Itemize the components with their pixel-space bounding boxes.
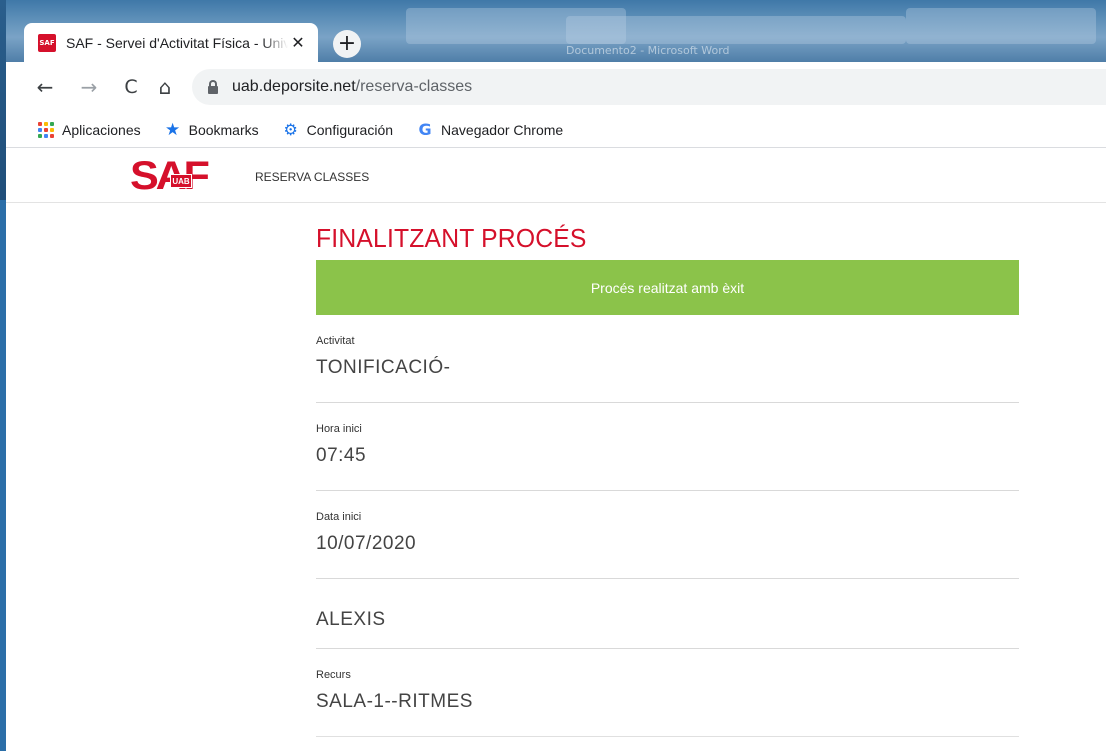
- logo-text: SAF: [130, 154, 210, 198]
- page-title: FINALITZANT PROCÉS: [316, 223, 587, 253]
- field-instructor: ALEXIS: [316, 579, 1019, 649]
- forward-arrow-icon[interactable]: →: [76, 74, 102, 100]
- address-bar[interactable]: uab.deporsite.net/reserva-classes: [192, 69, 1106, 105]
- bookmark-aplicaciones[interactable]: Aplicaciones: [38, 121, 141, 138]
- field-value: TONIFICACIÓ-: [316, 357, 451, 378]
- back-arrow-icon[interactable]: ←: [32, 74, 58, 100]
- background-window: [566, 16, 906, 44]
- saf-logo[interactable]: SAF UAB: [130, 154, 228, 198]
- bookmark-label: Navegador Chrome: [441, 121, 564, 138]
- browser-toolbar: ← → C ⌂ uab.deporsite.net/reserva-classe…: [6, 62, 1106, 112]
- main-content: FINALITZANT PROCÉS Procés realitzat amb …: [316, 203, 1019, 737]
- field-label: Activitat: [316, 335, 355, 347]
- tab-title: SAF - Servei d'Activitat Física - Univer…: [66, 34, 288, 51]
- field-data-inici: Data inici 10/07/2020: [316, 491, 1019, 579]
- background-window-label: Documento2 - Microsoft Word: [566, 44, 730, 57]
- site-header: SAF UAB RESERVA CLASSES: [6, 148, 1106, 203]
- field-label: Recurs: [316, 669, 351, 681]
- new-tab-button[interactable]: +: [333, 30, 361, 58]
- reload-icon[interactable]: C: [118, 74, 144, 100]
- bookmark-bookmarks[interactable]: ★ Bookmarks: [164, 119, 259, 140]
- url-host: uab.deporsite.net: [232, 78, 356, 95]
- close-icon[interactable]: ✕: [288, 33, 308, 53]
- field-value: 10/07/2020: [316, 533, 417, 554]
- google-icon: G: [418, 120, 432, 139]
- success-banner: Procés realitzat amb èxit: [316, 260, 1019, 315]
- field-label: Hora inici: [316, 423, 362, 435]
- field-value: 07:45: [316, 445, 367, 466]
- field-hora-inici: Hora inici 07:45: [316, 403, 1019, 491]
- lock-icon[interactable]: [206, 80, 220, 94]
- apps-grid-icon: [38, 121, 54, 138]
- bookmark-label: Aplicaciones: [62, 121, 141, 138]
- home-icon[interactable]: ⌂: [152, 74, 178, 100]
- bookmark-label: Configuración: [306, 121, 394, 138]
- bookmark-navegador-chrome[interactable]: G Navegador Chrome: [417, 120, 564, 139]
- field-value: ALEXIS: [316, 609, 386, 630]
- logo-sub-text: UAB: [170, 174, 192, 188]
- url-path: /reserva-classes: [355, 78, 473, 95]
- star-icon: ★: [164, 119, 181, 140]
- saf-favicon-icon: SAF: [38, 33, 56, 52]
- bookmark-label: Bookmarks: [188, 121, 259, 138]
- nav-reserva-classes[interactable]: RESERVA CLASSES: [255, 170, 369, 184]
- background-window: [906, 8, 1096, 44]
- bookmark-configuracion[interactable]: ⚙ Configuración: [283, 120, 394, 139]
- gear-icon: ⚙: [283, 120, 298, 139]
- bookmarks-bar: Aplicaciones ★ Bookmarks ⚙ Configuración…: [6, 112, 1106, 148]
- browser-tab-active[interactable]: SAF SAF - Servei d'Activitat Física - Un…: [24, 23, 318, 62]
- field-recurs: Recurs SALA-1--RITMES: [316, 649, 1019, 737]
- field-activitat: Activitat TONIFICACIÓ-: [316, 315, 1019, 403]
- field-label: Data inici: [316, 511, 362, 523]
- field-value: SALA-1--RITMES: [316, 691, 473, 712]
- web-page: SAF UAB RESERVA CLASSES FINALITZANT PROC…: [6, 148, 1106, 751]
